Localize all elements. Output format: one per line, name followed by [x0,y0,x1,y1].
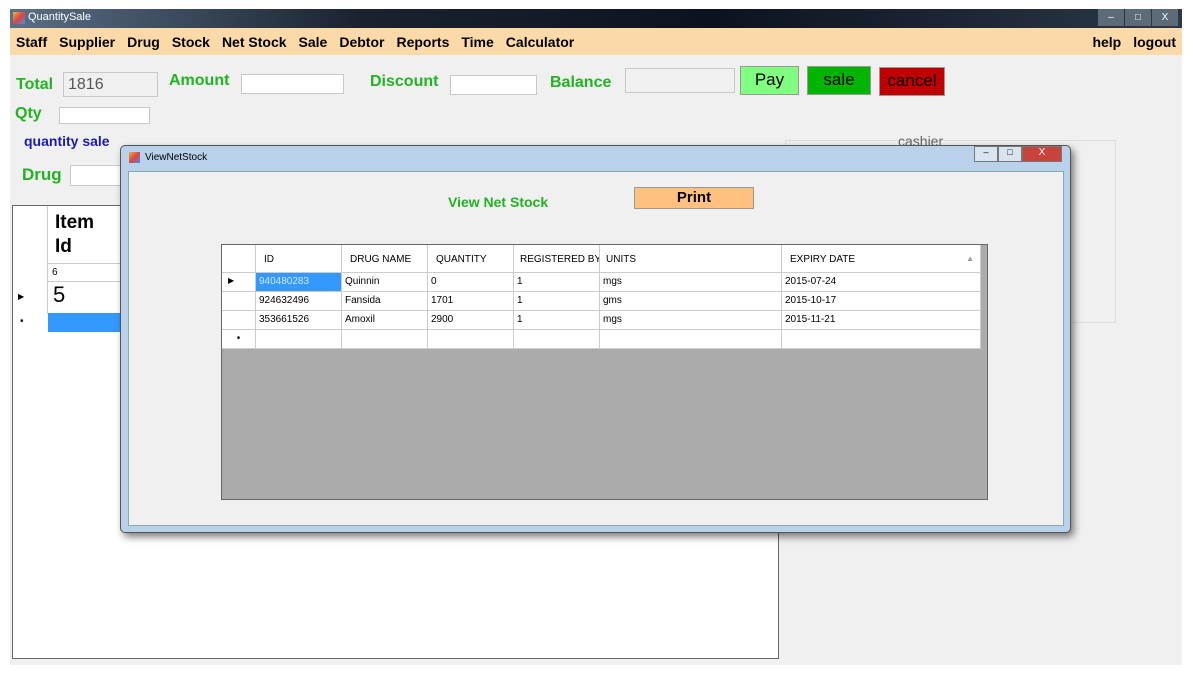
cell-registered-by[interactable]: 1 [514,311,600,330]
expiry-header-label: EXPIRY DATE [790,254,856,265]
column-header-item-id[interactable]: Item Id [55,211,115,259]
close-button[interactable]: X [1152,9,1178,26]
menu-net-stock[interactable]: Net Stock [216,34,293,50]
cell-expiry-date[interactable]: 2015-11-21 [782,311,981,330]
total-field[interactable]: 1816 [63,72,158,97]
cell-id[interactable]: 940480283 [256,273,342,292]
dialog-close-button[interactable]: X [1022,146,1062,162]
discount-label: Discount [370,73,439,90]
cell-expiry-date[interactable]: 2015-10-17 [782,292,981,311]
new-row[interactable]: • [222,330,981,349]
cell-registered-by[interactable]: 1 [514,273,600,292]
maximize-button[interactable]: □ [1125,9,1151,26]
menu-supplier[interactable]: Supplier [53,34,121,50]
sort-ascending-icon: ▲ [966,254,974,263]
dialog-client: View Net Stock Print ID DRUG NAME QUANTI… [128,171,1064,526]
pay-button[interactable]: Pay [740,66,799,95]
cell-quantity[interactable]: 1701 [428,292,514,311]
table-row[interactable]: 924632496 Fansida 1701 1 gms 2015-10-17 [222,292,981,311]
dialog-minimize-button[interactable]: – [974,146,998,162]
table-row[interactable]: 353661526 Amoxil 2900 1 mgs 2015-11-21 [222,311,981,330]
minimize-button[interactable]: – [1098,9,1124,26]
dialog-icon [129,152,140,163]
current-row-icon: ▶ [18,292,25,301]
cell-drug-name[interactable]: Quinnin [342,273,428,292]
group-label: quantity sale [24,133,110,149]
menu-logout[interactable]: logout [1127,34,1182,50]
cancel-button[interactable]: cancel [879,67,945,96]
cell-units[interactable]: gms [600,292,782,311]
amount-input[interactable] [241,74,344,94]
menu-debtor[interactable]: Debtor [333,34,390,50]
cell-units[interactable]: mgs [600,311,782,330]
menu-drug[interactable]: Drug [121,34,166,50]
balance-label: Balance [550,74,612,91]
menu-help[interactable]: help [1086,34,1127,50]
cell-quantity[interactable]: 2900 [428,311,514,330]
amount-label: Amount [169,72,230,89]
column-header-id[interactable]: ID [256,245,342,273]
corner-header [222,245,256,273]
row-header[interactable] [222,311,256,330]
menu-staff[interactable]: Staff [10,34,53,50]
qty-input[interactable] [59,107,150,124]
title-bar: QuantitySale – □ X [10,9,1182,28]
cell-id[interactable]: 924632496 [256,292,342,311]
current-row-icon[interactable]: ▶ [222,273,256,292]
cell-quantity[interactable]: 0 [428,273,514,292]
menu-stock[interactable]: Stock [166,34,216,50]
menu-time[interactable]: Time [455,34,499,50]
dialog-maximize-button[interactable]: □ [998,146,1022,162]
menu-sale[interactable]: Sale [293,34,334,50]
cell-drug-name[interactable]: Amoxil [342,311,428,330]
new-row-icon: • [20,316,24,327]
table-row[interactable]: 5 [53,282,65,308]
cell-units[interactable]: mgs [600,273,782,292]
cell-id[interactable]: 353661526 [256,311,342,330]
column-header-drug-name[interactable]: DRUG NAME [342,245,428,273]
dialog-title: ViewNetStock [145,152,208,163]
sale-button[interactable]: sale [807,66,871,95]
app-icon [13,12,25,24]
row-header[interactable] [222,292,256,311]
menu-reports[interactable]: Reports [390,34,455,50]
column-header-units[interactable]: UNITS [600,245,782,273]
total-label: Total [16,76,54,93]
column-header-registered-by[interactable]: REGISTERED BY [514,245,600,273]
window-title: QuantitySale [28,11,91,23]
net-stock-grid[interactable]: ID DRUG NAME QUANTITY REGISTERED BY UNIT… [221,244,988,500]
balance-field[interactable] [625,68,735,93]
new-row-icon: • [222,330,256,349]
column-header-expiry-date[interactable]: EXPIRY DATE ▲ [782,245,981,273]
print-button[interactable]: Print [634,187,754,209]
discount-input[interactable] [450,75,537,95]
cell-drug-name[interactable]: Fansida [342,292,428,311]
qty-label: Qty [15,105,42,122]
view-net-stock-dialog: ViewNetStock – □ X View Net Stock Print … [120,145,1071,533]
menu-calculator[interactable]: Calculator [500,34,580,50]
table-row[interactable]: ▶ 940480283 Quinnin 0 1 mgs 2015-07-24 [222,273,981,292]
menu-bar: Staff Supplier Drug Stock Net Stock Sale… [10,28,1182,55]
drug-label: Drug [22,165,62,184]
cell-expiry-date[interactable]: 2015-07-24 [782,273,981,292]
dialog-heading: View Net Stock [448,194,549,210]
column-header-quantity[interactable]: QUANTITY [428,245,514,273]
cell-registered-by[interactable]: 1 [514,292,600,311]
header-row: ID DRUG NAME QUANTITY REGISTERED BY UNIT… [222,245,981,273]
